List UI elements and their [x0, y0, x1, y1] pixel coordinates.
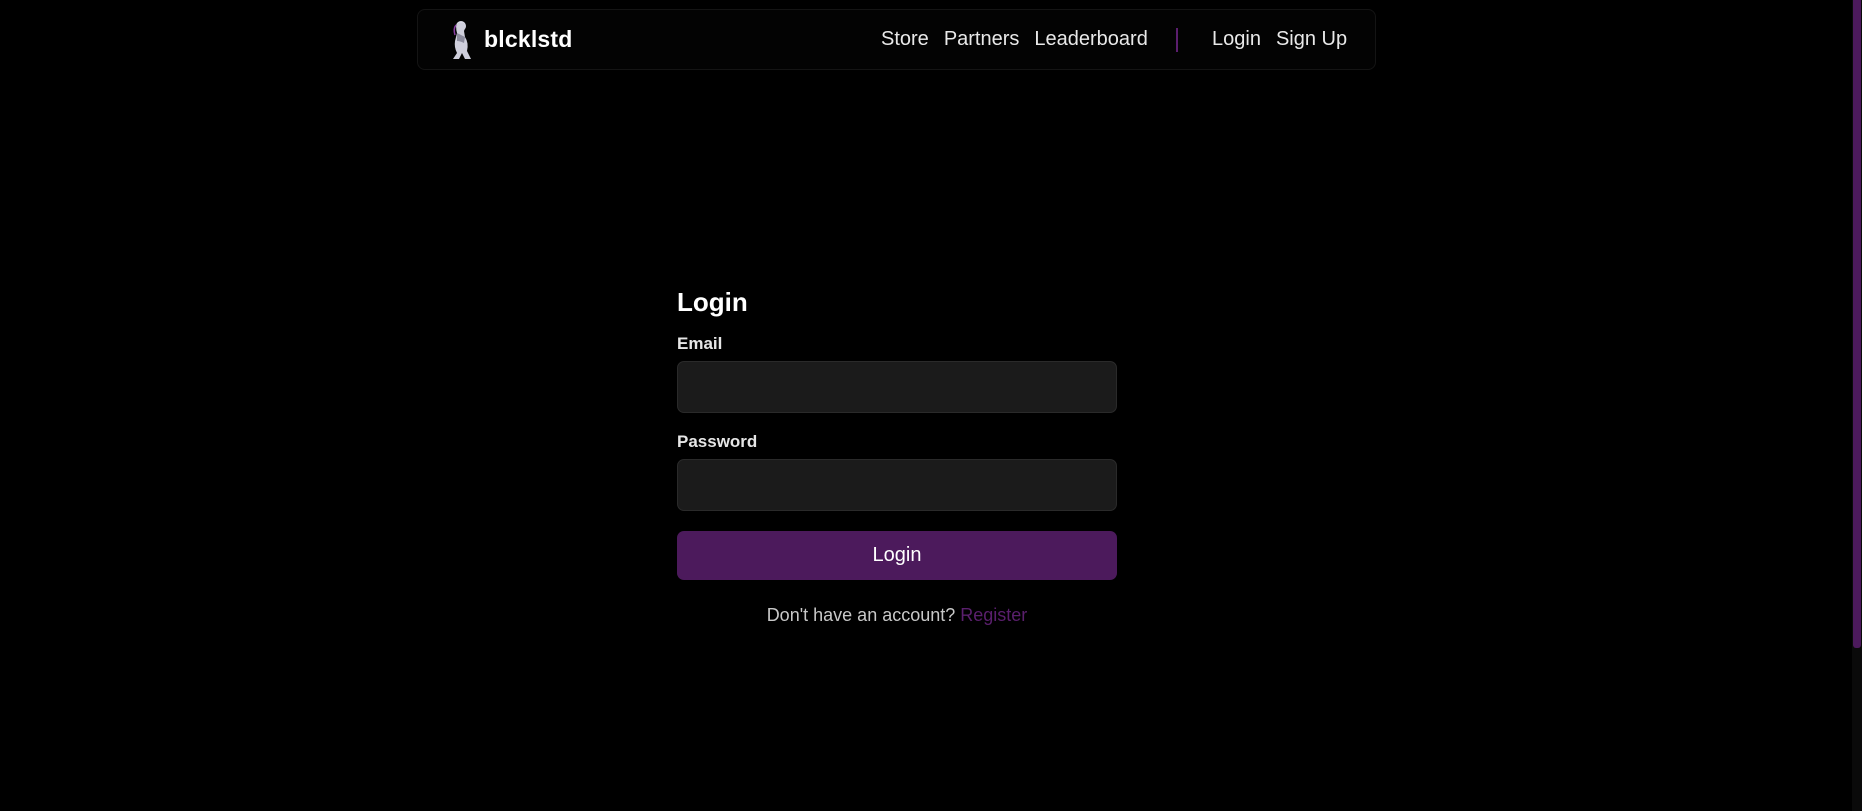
password-field[interactable]: [677, 459, 1117, 511]
email-field[interactable]: [677, 361, 1117, 413]
register-line: Don't have an account? Register: [677, 605, 1117, 626]
nav-link-partners[interactable]: Partners: [944, 28, 1020, 51]
register-prompt: Don't have an account?: [766, 605, 961, 625]
password-label: Password: [677, 432, 758, 451]
register-link[interactable]: Register: [960, 605, 1027, 625]
login-button[interactable]: Login: [677, 531, 1117, 580]
email-label: Email: [677, 334, 723, 353]
brand-name: blcklstd: [484, 26, 573, 52]
auth-nav: Login Sign Up: [1212, 10, 1362, 69]
main-nav: Store Partners Leaderboard: [881, 10, 1163, 69]
nav-link-leaderboard[interactable]: Leaderboard: [1034, 28, 1147, 51]
top-navbar: blcklstd Store Partners Leaderboard Logi…: [417, 9, 1376, 70]
nav-divider: [1176, 28, 1178, 52]
form-title: Login: [677, 287, 748, 317]
kneeling-figure-logo-icon: [447, 19, 477, 61]
nav-login-link[interactable]: Login: [1212, 28, 1261, 51]
login-form: Login Email Password Login Don't have an…: [677, 283, 1117, 626]
nav-signup-link[interactable]: Sign Up: [1276, 28, 1347, 51]
nav-link-store[interactable]: Store: [881, 28, 929, 51]
scrollbar-thumb[interactable]: [1853, 0, 1861, 648]
brand-home-link[interactable]: blcklstd: [447, 10, 573, 69]
page: blcklstd Store Partners Leaderboard Logi…: [0, 0, 1862, 811]
page-scrollbar[interactable]: [1852, 0, 1862, 811]
